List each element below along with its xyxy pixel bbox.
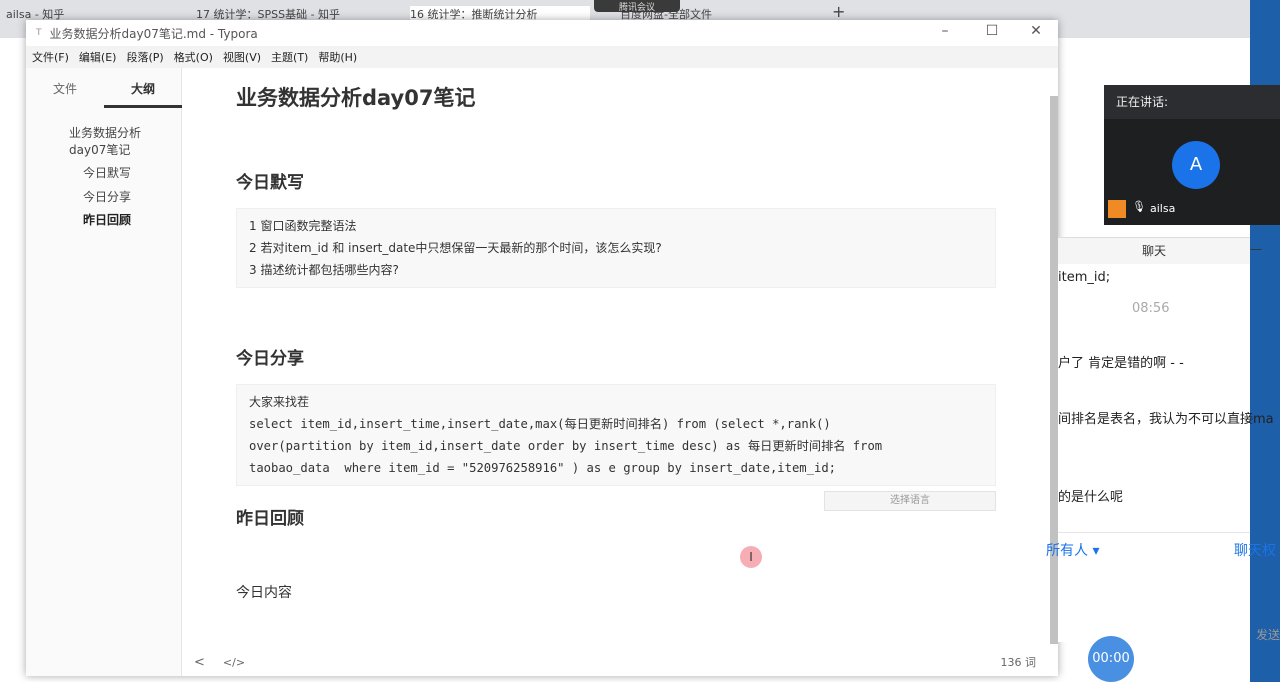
chat-title: 聊天 — [1058, 238, 1250, 264]
typora-window: T 业务数据分析day07笔记.md - Typora – ☐ ✕ 文件(F) … — [26, 20, 1058, 676]
outline-item-dictation[interactable]: 今日默写 — [83, 165, 131, 182]
doc-title: 业务数据分析day07笔记 — [236, 86, 476, 110]
dictation-line: 2 若对item_id 和 insert_date中只想保留一天最新的那个时间，… — [249, 241, 662, 255]
chat-message: 的是什么呢 — [1058, 490, 1124, 505]
menu-theme[interactable]: 主题(T) — [271, 49, 308, 65]
avatar: A — [1172, 141, 1220, 189]
paragraph-today-content: 今日内容 — [236, 585, 292, 601]
chat-panel: 聊天 — item_id; 08:56 户了 肯定是错的啊 - - 间排名是表名… — [1046, 237, 1280, 642]
meeting-badge[interactable]: 腾讯会议 — [594, 0, 680, 13]
language-select[interactable]: 选择语言 — [824, 491, 996, 511]
send-button[interactable]: 发送 — [1256, 626, 1280, 643]
menu-paragraph[interactable]: 段落(P) — [126, 49, 163, 65]
sidebar: 文件 大纲 业务数据分析day07笔记 今日默写 今日分享 昨日回顾 — [26, 68, 182, 676]
microphone-icon: 🎙 — [1132, 200, 1146, 213]
heading-dictation: 今日默写 — [236, 173, 304, 193]
tab-outline[interactable]: 大纲 — [104, 80, 182, 108]
menu-format[interactable]: 格式(O) — [174, 49, 213, 65]
menu-help[interactable]: 帮助(H) — [318, 49, 357, 65]
speaker-name: ailsa — [1150, 202, 1176, 215]
meeting-timer[interactable]: 00:00 — [1088, 636, 1134, 682]
chat-message: item_id; — [1058, 270, 1111, 285]
source-mode-button[interactable]: </> — [223, 656, 245, 669]
code-line: 大家来找茬 — [249, 395, 310, 409]
chat-permission-button[interactable]: 聊天权 — [1234, 540, 1276, 560]
menu-bar: 文件(F) 编辑(E) 段落(P) 格式(O) 视图(V) 主题(T) 帮助(H… — [26, 46, 1058, 68]
new-tab-button[interactable]: + — [832, 2, 845, 22]
menu-view[interactable]: 视图(V) — [223, 49, 261, 65]
text-cursor-icon: I — [740, 546, 762, 568]
heading-review: 昨日回顾 — [236, 509, 304, 529]
dictation-line: 1 窗口函数完整语法 — [249, 219, 357, 233]
typora-app-icon: T — [36, 28, 42, 38]
heading-share: 今日分享 — [236, 349, 304, 369]
word-count[interactable]: 136 词 — [1001, 654, 1037, 670]
outline-item-share[interactable]: 今日分享 — [83, 189, 131, 206]
user-icon — [1108, 200, 1126, 218]
code-block[interactable]: 大家来找茬 select item_id,insert_time,insert_… — [236, 384, 996, 486]
code-line: select item_id,insert_time,insert_date,m… — [249, 417, 831, 431]
scrollbar[interactable] — [1050, 96, 1058, 644]
dictation-line: 3 描述统计都包括哪些内容? — [249, 263, 399, 277]
chat-minimize-button[interactable]: — — [1250, 242, 1262, 256]
toggle-sidebar-button[interactable]: < — [194, 655, 205, 670]
speaking-label: 正在讲话: — [1104, 85, 1280, 119]
chat-timestamp: 08:56 — [1132, 301, 1170, 316]
outline-item-title[interactable]: 业务数据分析day07笔记 — [69, 125, 159, 159]
status-bar: < </> 136 词 — [182, 648, 1058, 676]
minimize-button[interactable]: – — [930, 23, 960, 39]
maximize-button[interactable]: ☐ — [977, 23, 1007, 39]
menu-file[interactable]: 文件(F) — [32, 49, 69, 65]
tab-files[interactable]: 文件 — [26, 80, 104, 108]
window-title: 业务数据分析day07笔记.md - Typora — [49, 26, 258, 41]
code-line: taobao_data where item_id = "52097625891… — [249, 461, 836, 475]
chat-message: 间排名是表名，我认为不可以直接ma — [1058, 412, 1274, 427]
meeting-video-panel: 正在讲话: A 🎙 ailsa — [1104, 85, 1280, 225]
code-line: over(partition by item_id,insert_date or… — [249, 439, 883, 453]
dictation-block[interactable]: 1 窗口函数完整语法 2 若对item_id 和 insert_date中只想保… — [236, 208, 996, 288]
title-bar: T 业务数据分析day07笔记.md - Typora – ☐ ✕ — [26, 20, 1058, 46]
menu-edit[interactable]: 编辑(E) — [79, 49, 117, 65]
chat-recipient-select[interactable]: 所有人 ▾ — [1046, 540, 1099, 560]
outline-item-review[interactable]: 昨日回顾 — [83, 212, 131, 229]
close-button[interactable]: ✕ — [1021, 23, 1051, 39]
chat-message: 户了 肯定是错的啊 - - — [1058, 356, 1184, 371]
